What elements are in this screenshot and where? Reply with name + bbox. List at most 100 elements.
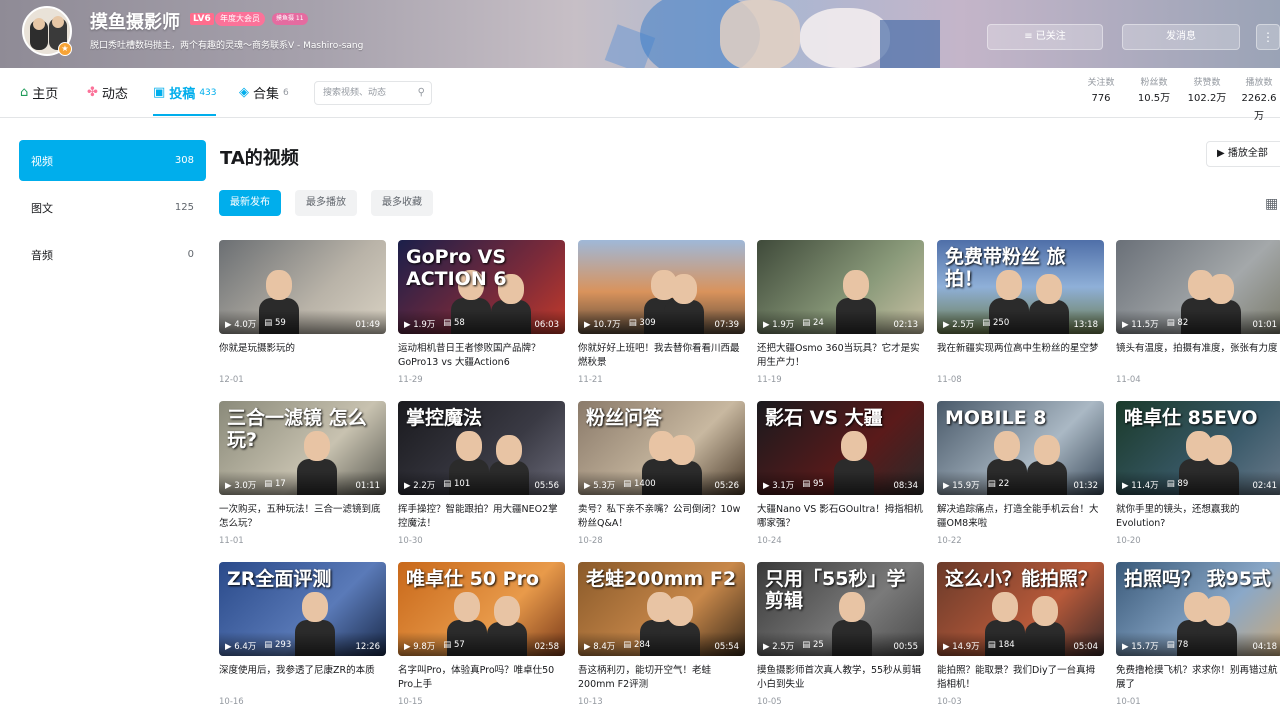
video-card[interactable]: ▶ 4.0万 ▤ 59 01:49 你就是玩摄影玩的 12-01: [219, 240, 386, 385]
search-input[interactable]: 搜索视频、动态 ⚲: [314, 81, 432, 105]
video-thumbnail[interactable]: GoPro VS ACTION 6 ▶ 1.9万 ▤ 58 06:03: [398, 240, 565, 334]
thumbnail-figure: [1204, 596, 1230, 626]
video-title[interactable]: 我在新疆实现两位高中生粉丝的星空梦: [937, 342, 1104, 370]
video-title[interactable]: 能拍照？能取景？我们Diy了一台真拇指相机！: [937, 664, 1104, 692]
video-card[interactable]: 三合一滤镜 怎么玩? ▶ 3.0万 ▤ 17 01:11 一次购买，五种玩法！三合一滤镜…: [219, 401, 386, 546]
video-title[interactable]: 镜头有温度，拍摄有准度，张张有力度: [1116, 342, 1280, 370]
username[interactable]: 摸鱼摄影师: [90, 8, 180, 34]
sidebar-item-article[interactable]: 图文 125: [19, 187, 206, 228]
video-thumbnail[interactable]: 这么小？能拍照？ ▶ 14.9万 ▤ 184 05:04: [937, 562, 1104, 656]
video-thumbnail[interactable]: 拍照吗？ 我95式 ▶ 15.7万 ▤ 78 04:18: [1116, 562, 1280, 656]
thumbnail-figure: [667, 596, 693, 626]
play-count: ▶ 6.4万: [225, 640, 256, 652]
video-card[interactable]: 只用「55秒」学剪辑 ▶ 2.5万 ▤ 25 00:55 摸鱼摄影师首次真人教学，55秒…: [757, 562, 924, 707]
sidebar-item-video[interactable]: 视频 308: [19, 140, 206, 181]
video-card[interactable]: ▶ 1.9万 ▤ 24 02:13 还把大疆Osmo 360当玩具？它才是实用生产力！…: [757, 240, 924, 385]
video-thumbnail[interactable]: MOBILE 8 ▶ 15.9万 ▤ 22 01:32: [937, 401, 1104, 495]
video-thumbnail[interactable]: 老蛙200mm F2 ▶ 8.4万 ▤ 284 05:54: [578, 562, 745, 656]
video-title[interactable]: 深度使用后，我参透了尼康ZR的本质: [219, 664, 386, 692]
fan-medal[interactable]: 摸鱼摄 11: [272, 13, 308, 25]
video-title[interactable]: 免费撸枪摸飞机？求求你！别再错过航展了: [1116, 664, 1280, 692]
video-title[interactable]: 还把大疆Osmo 360当玩具？它才是实用生产力！: [757, 342, 924, 370]
danmaku-icon: ▤: [982, 318, 994, 328]
video-card[interactable]: 老蛙200mm F2 ▶ 8.4万 ▤ 284 05:54 吾这柄利刃，能切开空气！老蛙…: [578, 562, 745, 707]
video-thumbnail[interactable]: ▶ 11.5万 ▤ 82 01:01: [1116, 240, 1280, 334]
video-date: 12-01: [219, 375, 244, 385]
sort-most-played[interactable]: 最多播放: [295, 190, 357, 216]
video-title[interactable]: 运动相机昔日王者惨败国产品牌？GoPro13 vs 大疆Action6: [398, 342, 565, 370]
play-count-value: 2.2万: [413, 481, 436, 491]
stat-following[interactable]: 关注数 776: [1084, 76, 1118, 108]
video-title[interactable]: 挥手操控？智能跟拍？用大疆NEO2掌控魔法！: [398, 503, 565, 531]
vip-badge[interactable]: 年度大会员: [215, 12, 265, 26]
video-title[interactable]: 吾这柄利刃，能切开空气！老蛙200mm F2评测: [578, 664, 745, 692]
danmaku-count-value: 101: [454, 479, 471, 489]
grid-view-icon[interactable]: ▦: [1265, 196, 1278, 212]
video-thumbnail[interactable]: ▶ 10.7万 ▤ 309 07:39: [578, 240, 745, 334]
video-card[interactable]: 这么小？能拍照？ ▶ 14.9万 ▤ 184 05:04 能拍照？能取景？我们Diy了一…: [937, 562, 1104, 707]
video-thumbnail[interactable]: 三合一滤镜 怎么玩? ▶ 3.0万 ▤ 17 01:11: [219, 401, 386, 495]
danmaku-count: ▤ 58: [443, 318, 465, 330]
play-count-value: 1.9万: [772, 320, 795, 330]
tab-home[interactable]: ⌂ 主页: [20, 83, 58, 102]
video-card[interactable]: ▶ 11.5万 ▤ 82 01:01 镜头有温度，拍摄有准度，张张有力度 11-04: [1116, 240, 1280, 385]
video-thumbnail[interactable]: 掌控魔法 ▶ 2.2万 ▤ 101 05:56: [398, 401, 565, 495]
play-count-value: 3.1万: [772, 481, 795, 491]
danmaku-icon: ▤: [628, 318, 640, 328]
video-card[interactable]: 粉丝问答 ▶ 5.3万 ▤ 1400 05:26 卖号？私下亲不亲嘴？公司倒闭？10w粉…: [578, 401, 745, 546]
video-card[interactable]: 掌控魔法 ▶ 2.2万 ▤ 101 05:56 挥手操控？智能跟拍？用大疆NEO2掌控魔…: [398, 401, 565, 546]
video-thumbnail[interactable]: ▶ 1.9万 ▤ 24 02:13: [757, 240, 924, 334]
danmaku-icon: ▤: [802, 318, 814, 328]
video-card[interactable]: 唯卓仕 50 Pro ▶ 9.8万 ▤ 57 02:58 名字叫Pro，体验真Pro吗？…: [398, 562, 565, 707]
video-thumbnail[interactable]: 免费带粉丝 旅拍！ ▶ 2.5万 ▤ 250 13:18: [937, 240, 1104, 334]
play-icon: ▶: [943, 481, 953, 491]
play-all-button[interactable]: ▶ 播放全部: [1206, 141, 1280, 167]
stat-followers[interactable]: 粉丝数 10.5万: [1136, 76, 1172, 108]
video-title[interactable]: 卖号？私下亲不亲嘴？公司倒闭？10w粉丝Q&A！: [578, 503, 745, 531]
video-card[interactable]: ▶ 10.7万 ▤ 309 07:39 你就好好上班吧！我去替你看看川西最燃秋景 11-…: [578, 240, 745, 385]
tab-dynamic-label: 动态: [101, 87, 128, 102]
video-card[interactable]: 拍照吗？ 我95式 ▶ 15.7万 ▤ 78 04:18 免费撸枪摸飞机？求求你！别再错…: [1116, 562, 1280, 707]
video-card[interactable]: 影石 VS 大疆 ▶ 3.1万 ▤ 95 08:34 大疆Nano VS 影石GOult…: [757, 401, 924, 546]
video-card[interactable]: MOBILE 8 ▶ 15.9万 ▤ 22 01:32 解决追踪痛点，打造全能手机云台！…: [937, 401, 1104, 546]
video-card[interactable]: GoPro VS ACTION 6 ▶ 1.9万 ▤ 58 06:03 运动相机昔日王者…: [398, 240, 565, 385]
video-title[interactable]: 一次购买，五种玩法！三合一滤镜到底怎么玩？: [219, 503, 386, 531]
tab-uploads[interactable]: ▣ 投稿 433: [153, 83, 217, 102]
sidebar-item-audio[interactable]: 音频 0: [19, 234, 206, 275]
sort-most-favorited[interactable]: 最多收藏: [371, 190, 433, 216]
video-title[interactable]: 就你手里的镜头，还想赢我的Evolution?: [1116, 503, 1280, 531]
search-icon[interactable]: ⚲: [418, 82, 425, 104]
play-count: ▶ 5.3万: [584, 479, 615, 491]
thumbnail-figure: [1034, 435, 1060, 465]
banner-art: [720, 0, 800, 68]
video-thumbnail[interactable]: 影石 VS 大疆 ▶ 3.1万 ▤ 95 08:34: [757, 401, 924, 495]
video-thumbnail[interactable]: 粉丝问答 ▶ 5.3万 ▤ 1400 05:26: [578, 401, 745, 495]
danmaku-count: ▤ 22: [988, 479, 1010, 491]
video-stats: ▶ 6.4万 ▤ 293: [225, 640, 291, 652]
stat-value: 776: [1091, 93, 1111, 104]
video-title[interactable]: 你就好好上班吧！我去替你看看川西最燃秋景: [578, 342, 745, 370]
video-title[interactable]: 你就是玩摄影玩的: [219, 342, 386, 370]
sort-newest[interactable]: 最新发布: [219, 190, 281, 216]
play-count-value: 15.9万: [952, 481, 980, 491]
video-thumbnail[interactable]: ZR全面评测 ▶ 6.4万 ▤ 293 12:26: [219, 562, 386, 656]
video-card[interactable]: 免费带粉丝 旅拍！ ▶ 2.5万 ▤ 250 13:18 我在新疆实现两位高中生粉丝的星…: [937, 240, 1104, 385]
video-title[interactable]: 摸鱼摄影师首次真人教学，55秒从剪辑小白到失业: [757, 664, 924, 692]
more-button[interactable]: ⋮: [1256, 24, 1280, 50]
video-thumbnail[interactable]: 唯卓仕 85EVO ▶ 11.4万 ▤ 89 02:41: [1116, 401, 1280, 495]
sidebar-item-label: 视频: [31, 154, 53, 168]
video-title[interactable]: 大疆Nano VS 影石GOultra！拇指相机哪家强？: [757, 503, 924, 531]
video-thumbnail[interactable]: ▶ 4.0万 ▤ 59 01:49: [219, 240, 386, 334]
video-card[interactable]: 唯卓仕 85EVO ▶ 11.4万 ▤ 89 02:41 就你手里的镜头，还想赢我的Ev…: [1116, 401, 1280, 546]
video-thumbnail[interactable]: 只用「55秒」学剪辑 ▶ 2.5万 ▤ 25 00:55: [757, 562, 924, 656]
video-title[interactable]: 名字叫Pro，体验真Pro吗？唯卓仕50 Pro上手: [398, 664, 565, 692]
video-title[interactable]: 解决追踪痛点，打造全能手机云台！大疆OM8来啦: [937, 503, 1104, 531]
video-thumbnail[interactable]: 唯卓仕 50 Pro ▶ 9.8万 ▤ 57 02:58: [398, 562, 565, 656]
message-button[interactable]: 发消息: [1122, 24, 1240, 50]
follow-button[interactable]: ≡ 已关注: [987, 24, 1103, 50]
tab-collections[interactable]: ◈ 合集 6: [239, 83, 289, 102]
tab-dynamic[interactable]: ✤ 动态: [87, 83, 128, 102]
video-card[interactable]: ZR全面评测 ▶ 6.4万 ▤ 293 12:26 深度使用后，我参透了尼康ZR的本质 1…: [219, 562, 386, 707]
danmaku-icon: ▤: [623, 479, 635, 489]
danmaku-count-value: 95: [813, 479, 824, 489]
